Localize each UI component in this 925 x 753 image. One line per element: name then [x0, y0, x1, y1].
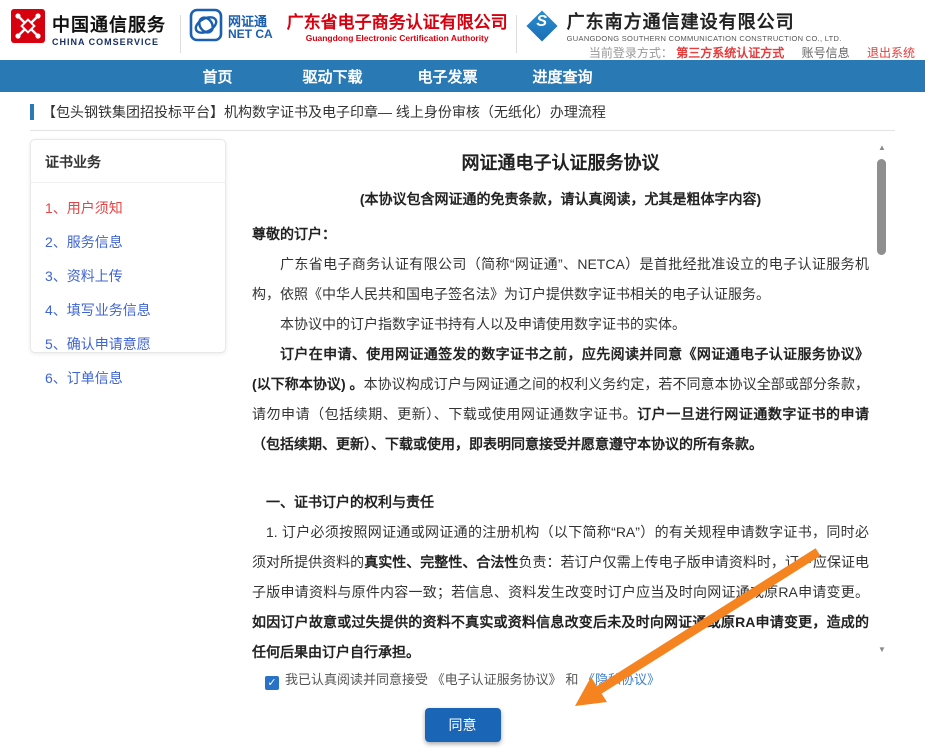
sidebar-title: 证书业务 [31, 152, 225, 183]
agreement-paragraph-2: 本协议中的订户指数字证书持有人以及申请使用数字证书的实体。 [252, 309, 869, 339]
sidebar-list: 1、用户须知2、服务信息3、资料上传4、填写业务信息5、确认申请意愿6、订单信息 [31, 183, 225, 395]
netca-icon [189, 8, 223, 47]
consent-checkbox[interactable]: ✓ [265, 676, 279, 690]
china-comservice-title: 中国通信服务 [52, 11, 166, 37]
agreement-scroll-area[interactable]: 网证通电子认证服务协议 (本协议包含网证通的免责条款，请认真阅读，尤其是粗体字内… [240, 139, 869, 659]
logo-china-comservice: 中国通信服务 CHINA COMSERVICE [10, 8, 166, 49]
logo-southern: S 广东南方通信建设有限公司 GUANGDONG SOUTHERN COMMUN… [525, 8, 842, 43]
logo-gdca: 广东省电子商务认证有限公司 Guangdong Electronic Certi… [287, 8, 508, 43]
consent-and-text: 和 [565, 672, 578, 687]
agree-button[interactable]: 同意 [425, 708, 501, 742]
sidebar-item-6[interactable]: 6、订单信息 [31, 361, 225, 395]
agreement-paragraph-1: 广东省电子商务认证有限公司（简称“网证通”、NETCA）是首批经批准设立的电子认… [252, 249, 869, 309]
agreement-subtitle: (本协议包含网证通的免责条款，请认真阅读，尤其是粗体字内容) [252, 189, 869, 209]
header-divider [180, 15, 181, 53]
main-nav-list: 首页驱动下载电子发票进度查询 [160, 66, 620, 87]
scrollbar[interactable]: ▲ ▼ [877, 143, 887, 655]
southern-diamond-icon: S [525, 9, 559, 43]
sidebar-item-3[interactable]: 3、资料上传 [31, 259, 225, 293]
sidebar-item-4[interactable]: 4、填写业务信息 [31, 293, 225, 327]
logout-link[interactable]: 退出系统 [867, 46, 915, 60]
netca-text: 网证通 NET CA [228, 15, 273, 40]
service-agreement-link[interactable]: 《电子认证服务协议》 [432, 672, 562, 687]
page: 中国通信服务 CHINA COMSERVICE 网证通 NET CA 广东省电子… [0, 0, 925, 753]
header-divider-2 [516, 15, 517, 53]
sidebar-item-2[interactable]: 2、服务信息 [31, 225, 225, 259]
breadcrumb-text: 【包头钢铁集团招投标平台】机构数字证书及电子印章— 线上身份审核（无纸化）办理流… [42, 102, 606, 122]
agreement-paragraph-4: 一、证书订户的权利与责任 [252, 487, 869, 517]
china-comservice-icon [10, 8, 46, 49]
privacy-agreement-link[interactable]: 《隐私协议》 [582, 672, 660, 687]
login-method-label: 当前登录方式： [589, 46, 673, 60]
main-area: 证书业务 1、用户须知2、服务信息3、资料上传4、填写业务信息5、确认申请意愿6… [30, 139, 895, 659]
agreement-title: 网证通电子认证服务协议 [252, 149, 869, 175]
main-navbar: 首页驱动下载电子发票进度查询 [0, 60, 925, 92]
nav-item-1[interactable]: 驱动下载 [275, 66, 390, 87]
agreement-paragraph-3: 订户在申请、使用网证通签发的数字证书之前，应先阅读并同意《网证通电子认证服务协议… [252, 339, 869, 459]
agreement-paragraph-0: 尊敬的订户： [252, 219, 869, 249]
agreement-body: 尊敬的订户：广东省电子商务认证有限公司（简称“网证通”、NETCA）是首批经批准… [252, 219, 869, 659]
header: 中国通信服务 CHINA COMSERVICE 网证通 NET CA 广东省电子… [0, 0, 925, 60]
agreement-panel: 网证通电子认证服务协议 (本协议包含网证通的免责条款，请认真阅读，尤其是粗体字内… [240, 139, 895, 659]
sidebar-cert-steps: 证书业务 1、用户须知2、服务信息3、资料上传4、填写业务信息5、确认申请意愿6… [30, 139, 226, 353]
login-info: 当前登录方式： 第三方系统认证方式 账号信息 退出系统 [589, 44, 915, 61]
consent-row: ✓ 我已认真阅读并同意接受 《电子认证服务协议》 和 《隐私协议》 [0, 669, 925, 690]
netca-subtitle: NET CA [228, 28, 273, 40]
sidebar-item-1[interactable]: 1、用户须知 [31, 191, 225, 225]
breadcrumb: 【包头钢铁集团招投标平台】机构数字证书及电子印章— 线上身份审核（无纸化）办理流… [30, 102, 895, 131]
china-comservice-subtitle: CHINA COMSERVICE [52, 37, 166, 47]
nav-item-0[interactable]: 首页 [160, 66, 275, 87]
button-row: 同意 [0, 708, 925, 742]
gdca-subtitle: Guangdong Electronic Certification Autho… [287, 33, 508, 43]
scroll-up-icon[interactable]: ▲ [877, 143, 887, 153]
agreement-paragraph-5: 1. 订户必须按照网证通或网证通的注册机构（以下简称“RA”）的有关规程申请数字… [252, 517, 869, 659]
southern-title: 广东南方通信建设有限公司 [567, 8, 842, 34]
scrollbar-thumb[interactable] [877, 159, 886, 255]
gdca-title: 广东省电子商务认证有限公司 [287, 8, 508, 33]
logo-netca: 网证通 NET CA [189, 8, 273, 47]
sidebar-item-5[interactable]: 5、确认申请意愿 [31, 327, 225, 361]
nav-item-2[interactable]: 电子发票 [390, 66, 505, 87]
breadcrumb-accent-bar [30, 104, 34, 120]
southern-subtitle: GUANGDONG SOUTHERN COMMUNICATION CONSTRU… [567, 34, 842, 43]
consent-text: 我已认真阅读并同意接受 [285, 672, 428, 687]
scroll-down-icon[interactable]: ▼ [877, 645, 887, 655]
account-info-link[interactable]: 账号信息 [802, 46, 850, 60]
china-comservice-text: 中国通信服务 CHINA COMSERVICE [52, 11, 166, 47]
nav-item-3[interactable]: 进度查询 [505, 66, 620, 87]
login-method-value: 第三方系统认证方式 [676, 46, 784, 60]
southern-text: 广东南方通信建设有限公司 GUANGDONG SOUTHERN COMMUNIC… [567, 8, 842, 43]
